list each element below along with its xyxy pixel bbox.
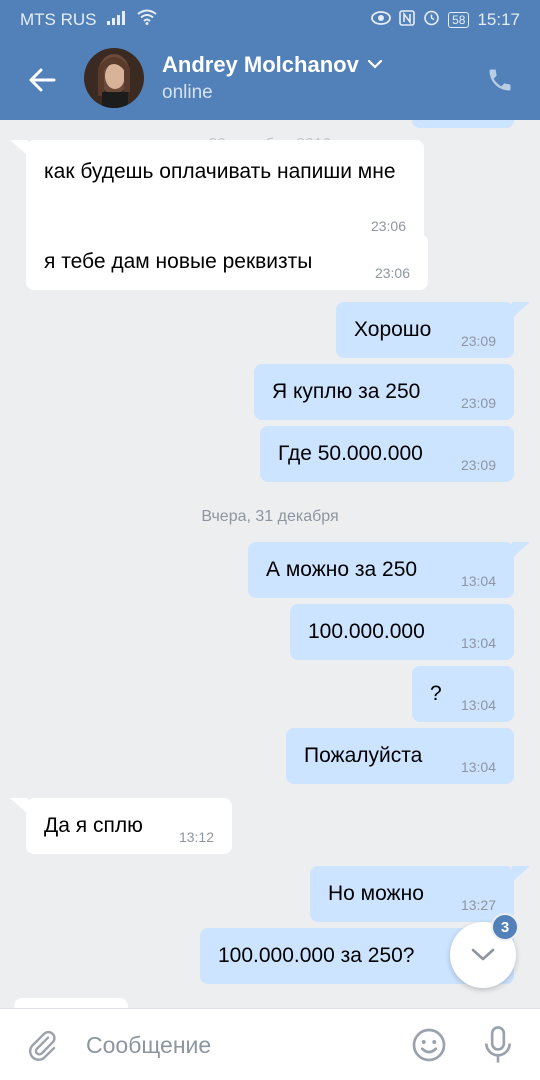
paperclip-icon: [29, 1030, 56, 1061]
call-button[interactable]: [480, 60, 520, 100]
message-text: Но можно: [328, 882, 424, 905]
date-separator: Вчера, 31 декабря: [201, 508, 339, 525]
status-bar: MTS RUS 58 15:17: [0, 0, 540, 38]
message-outgoing[interactable]: Где 50.000.000 23:09: [260, 426, 514, 482]
chevron-down-icon: [471, 948, 495, 961]
message-outgoing[interactable]: Я куплю за 250 23:09: [254, 364, 514, 420]
message-text: ?: [430, 682, 442, 705]
message-outgoing[interactable]: Хорошо 23:09: [336, 302, 514, 358]
message-bubble-partial[interactable]: [412, 120, 514, 128]
bubble-tail: [512, 542, 530, 558]
attach-button[interactable]: [22, 1025, 62, 1065]
clock-label: 15:17: [477, 10, 520, 29]
message-text: как будешь оплачивать напиши мне: [44, 160, 396, 183]
message-outgoing[interactable]: Пожалуйста 13:04: [286, 728, 514, 784]
unread-badge: 3: [491, 913, 519, 941]
emoji-button[interactable]: [410, 1026, 448, 1064]
message-text: 100.000.000: [308, 620, 425, 643]
message-bubble-partial[interactable]: [14, 998, 128, 1008]
message-list[interactable]: 29 декабря 2019 как будешь оплачивать на…: [0, 120, 540, 1008]
microphone-icon: [484, 1026, 512, 1063]
message-time: 23:06: [370, 218, 406, 234]
message-time: 23:06: [374, 265, 410, 281]
message-outgoing[interactable]: ? 13:04: [412, 666, 514, 722]
message-incoming[interactable]: Да я сплю 13:12: [26, 798, 232, 854]
voice-button[interactable]: [478, 1024, 518, 1066]
bubble-tail: [512, 866, 530, 882]
composer-bar: [0, 1008, 540, 1080]
signal-icon: [106, 10, 127, 30]
message-input[interactable]: [86, 1027, 386, 1063]
message-text: Да я сплю: [44, 814, 143, 837]
contact-name[interactable]: Andrey Molchanov: [162, 52, 359, 78]
message-time: 13:04: [460, 573, 496, 589]
message-text: Пожалуйста: [304, 744, 423, 767]
message-time: 13:12: [178, 829, 214, 845]
wifi-icon: [136, 9, 157, 30]
chevron-down-icon[interactable]: [367, 56, 383, 74]
phone-icon: [489, 69, 511, 91]
avatar[interactable]: [84, 48, 144, 108]
chat-header: Andrey Molchanov online: [0, 38, 540, 120]
message-time: 13:04: [460, 697, 496, 713]
message-text: Хорошо: [354, 318, 432, 341]
message-text: А можно за 250: [266, 558, 418, 581]
message-text: Где 50.000.000: [278, 442, 423, 465]
message-incoming[interactable]: как будешь оплачивать напиши мне 23:06: [26, 140, 424, 246]
alarm-icon: [423, 9, 440, 31]
message-time: 23:09: [460, 333, 496, 349]
nfc-icon: [399, 9, 415, 31]
message-outgoing[interactable]: Но можно 13:27: [310, 866, 514, 922]
message-time: 13:04: [460, 759, 496, 775]
bubble-tail: [512, 302, 530, 318]
battery-icon: 58: [448, 12, 470, 28]
contact-status: online: [162, 82, 213, 103]
back-arrow-icon: [29, 68, 56, 92]
carrier-label: MTS RUS: [20, 9, 97, 29]
message-text: Я куплю за 250: [272, 380, 421, 403]
message-time: 23:09: [460, 457, 496, 473]
eye-icon: [371, 10, 391, 30]
message-incoming[interactable]: я тебе дам новые реквизты 23:06: [26, 234, 428, 290]
message-text: я тебе дам новые реквизты: [44, 250, 313, 273]
message-text: 100.000.000 за 250?: [218, 944, 415, 967]
message-time: 13:27: [460, 897, 496, 913]
message-outgoing[interactable]: 100.000.000 13:04: [290, 604, 514, 660]
back-button[interactable]: [20, 60, 64, 100]
message-time: 13:04: [460, 635, 496, 651]
smiley-icon: [412, 1028, 446, 1062]
message-outgoing[interactable]: А можно за 250 13:04: [248, 542, 514, 598]
message-time: 23:09: [460, 395, 496, 411]
